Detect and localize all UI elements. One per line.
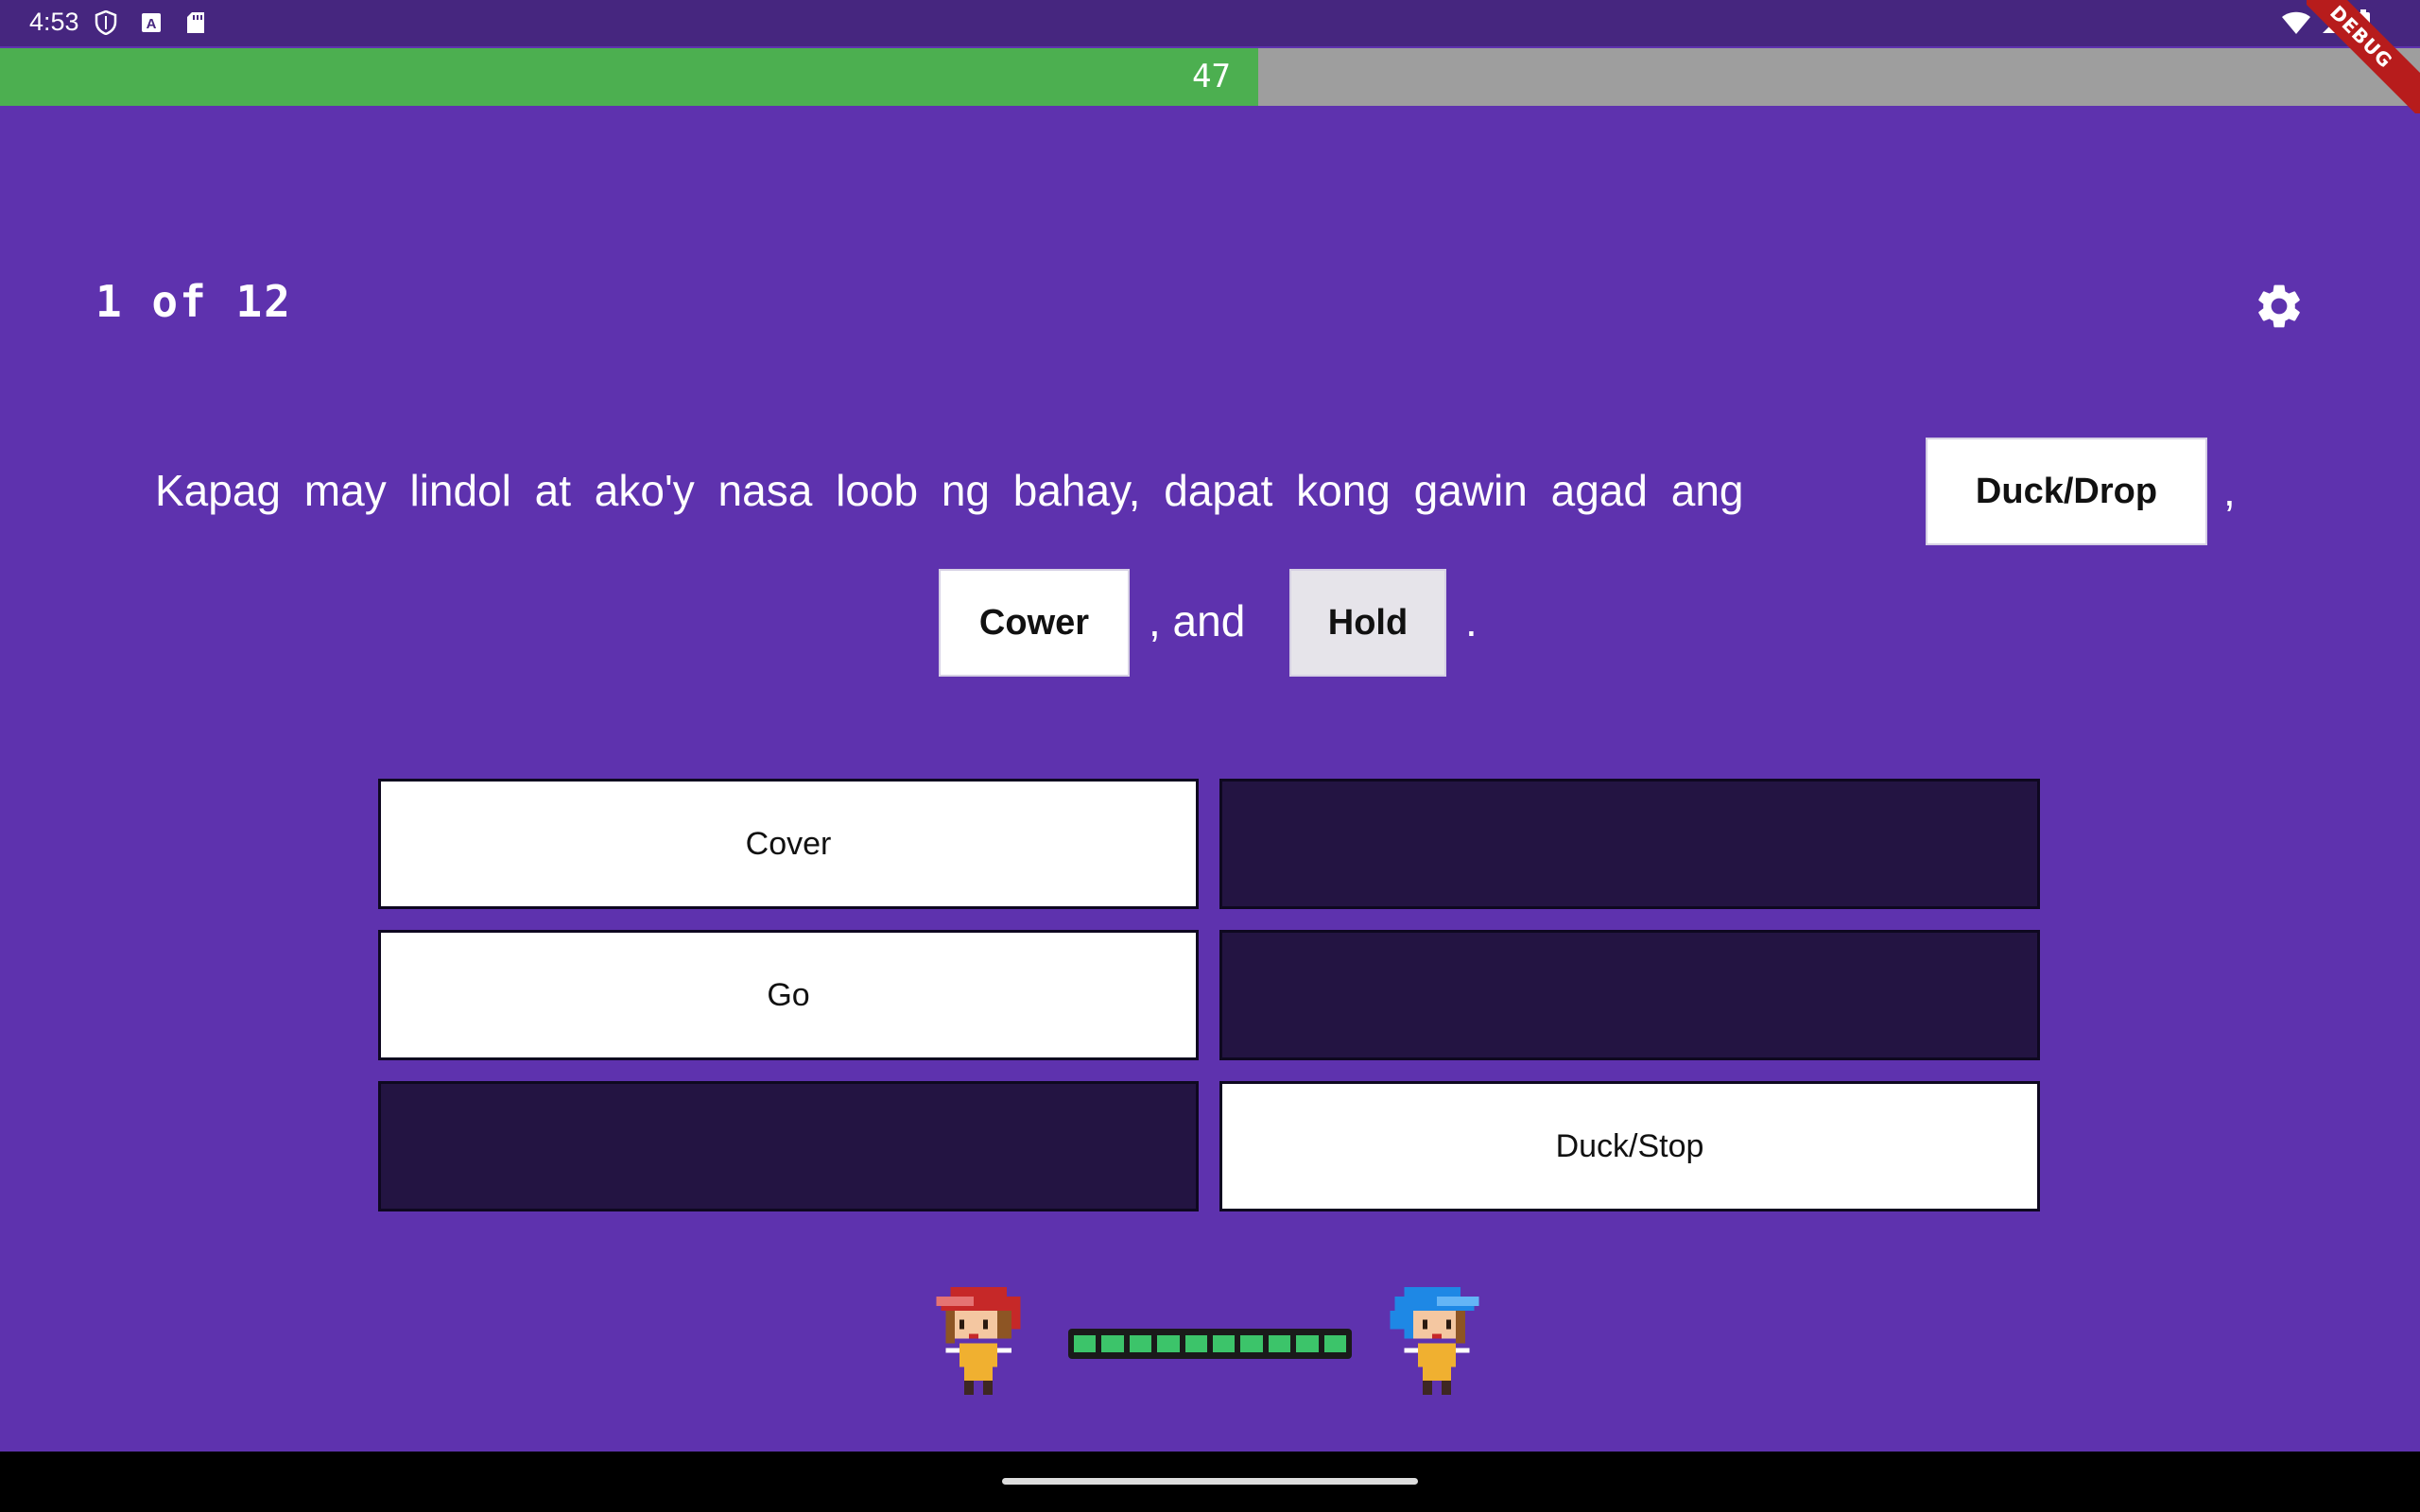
- answer-option[interactable]: [1219, 779, 2040, 909]
- status-time: 4:53: [29, 8, 79, 36]
- health-segment: [1184, 1335, 1208, 1352]
- health-segment: [1157, 1335, 1180, 1352]
- blank-slot-1[interactable]: Duck/Drop: [1926, 438, 2207, 545]
- progress-fill: [0, 48, 1258, 106]
- answer-option[interactable]: [378, 1081, 1199, 1211]
- health-segment: [1101, 1335, 1124, 1352]
- answer-option[interactable]: Duck/Stop: [1219, 1081, 2040, 1211]
- health-segment: [1074, 1335, 1097, 1352]
- home-gesture-handle[interactable]: [1002, 1478, 1418, 1485]
- a-icon: A: [138, 9, 164, 36]
- question-separator-2: , and: [1149, 596, 1246, 645]
- health-segment: [1296, 1335, 1319, 1352]
- answer-option[interactable]: Cover: [378, 779, 1199, 909]
- health-segment: [1129, 1335, 1152, 1352]
- question-end-punctuation: .: [1465, 596, 1478, 645]
- svg-text:A: A: [147, 16, 157, 32]
- answer-option[interactable]: [1219, 930, 2040, 1060]
- player-character-sprite: [936, 1287, 1030, 1408]
- debug-banner: DEBUG: [2307, 0, 2420, 113]
- health-bar: [1068, 1329, 1352, 1359]
- health-segment: [1268, 1335, 1291, 1352]
- answer-option[interactable]: Go: [378, 930, 1199, 1060]
- timer-progress-bar: 47: [0, 48, 2420, 106]
- health-segment: [1240, 1335, 1263, 1352]
- health-segment: [1323, 1335, 1347, 1352]
- question-counter: 1 of 12: [95, 276, 292, 327]
- question-text-line1: Kapag may lindol at ako'y nasa loob ng b…: [155, 466, 1744, 515]
- progress-value: 47: [1192, 58, 1231, 95]
- settings-gear-icon[interactable]: [2253, 280, 2306, 333]
- opponent-character-sprite: [1390, 1287, 1484, 1408]
- status-bar: 4:53 A: [0, 0, 2420, 46]
- health-segment: [1213, 1335, 1236, 1352]
- navigation-bar: [0, 1452, 2420, 1512]
- sdcard-icon: [182, 9, 209, 36]
- debug-banner-container: DEBUG: [2307, 0, 2420, 113]
- blank-slot-3[interactable]: Hold: [1289, 569, 1446, 677]
- blank-slot-2[interactable]: Cower: [939, 569, 1130, 677]
- shield-icon: [93, 9, 119, 36]
- question-separator-1: ,: [2223, 466, 2236, 515]
